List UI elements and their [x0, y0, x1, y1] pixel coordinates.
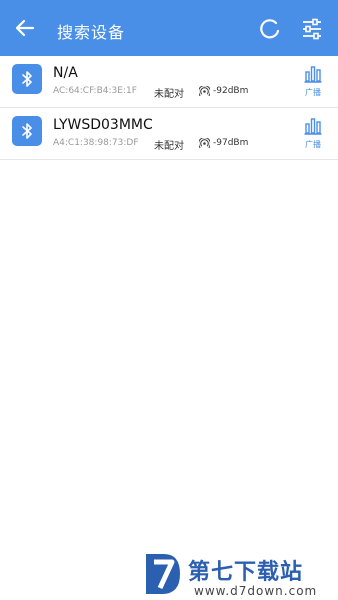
- signal-icon: [199, 86, 210, 97]
- arrow-left-icon: [15, 19, 35, 37]
- refresh-icon: [260, 19, 280, 39]
- app-header: 搜索设备: [0, 0, 338, 56]
- bluetooth-icon: [12, 116, 42, 146]
- watermark-url: www.d7down.com: [194, 584, 318, 598]
- broadcast-button[interactable]: 广播: [300, 65, 326, 99]
- device-row[interactable]: N/A AC:64:CF:B4:3E:1F 未配对 -92dBm 广播: [0, 56, 338, 108]
- device-name: N/A: [53, 65, 78, 81]
- bar-chart-icon: [304, 66, 322, 83]
- page-title: 搜索设备: [57, 23, 126, 42]
- refresh-button[interactable]: [259, 18, 281, 40]
- broadcast-button[interactable]: 广播: [300, 117, 326, 151]
- bluetooth-icon: [12, 64, 42, 94]
- pair-status: 未配对: [154, 89, 184, 100]
- broadcast-label: 广播: [305, 88, 321, 97]
- device-list: N/A AC:64:CF:B4:3E:1F 未配对 -92dBm 广播 LYWS…: [0, 56, 338, 160]
- watermark: 第七下载站 www.d7down.com: [142, 548, 338, 600]
- rssi-value: -97dBm: [213, 138, 249, 148]
- device-row[interactable]: LYWSD03MMC A4:C1:38:98:73:DF 未配对 -97dBm …: [0, 108, 338, 160]
- signal-icon: [199, 138, 210, 149]
- bar-chart-icon: [304, 118, 322, 135]
- device-mac: A4:C1:38:98:73:DF: [53, 138, 139, 148]
- device-mac: AC:64:CF:B4:3E:1F: [53, 86, 137, 96]
- pair-status: 未配对: [154, 141, 184, 152]
- watermark-brand: 第七下载站: [188, 560, 304, 585]
- device-name: LYWSD03MMC: [53, 117, 153, 133]
- d7-logo-icon: [146, 554, 180, 594]
- back-button[interactable]: [14, 17, 36, 39]
- sliders-icon: [303, 18, 321, 40]
- rssi-value: -92dBm: [213, 86, 249, 96]
- broadcast-label: 广播: [305, 140, 321, 149]
- filter-button[interactable]: [301, 18, 323, 40]
